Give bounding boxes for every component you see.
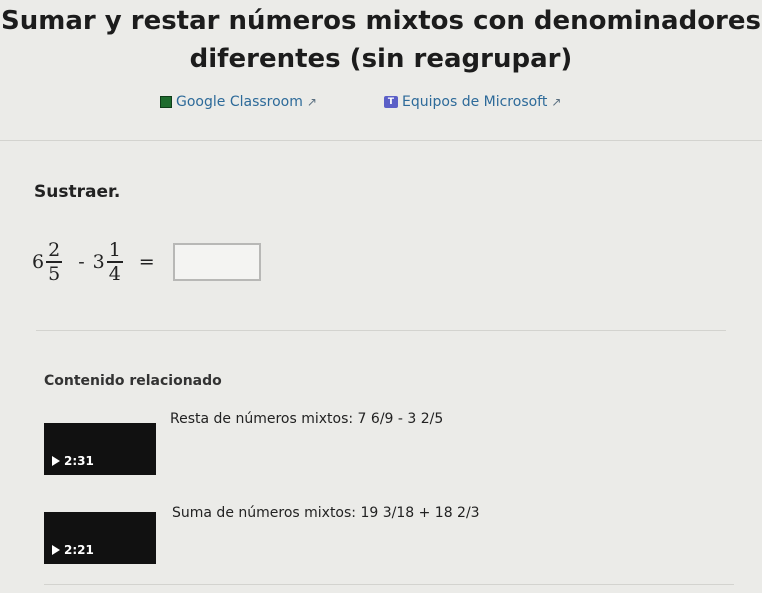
play-icon — [52, 456, 60, 466]
share-row: Google Classroom ↗ T Equipos de Microsof… — [0, 94, 762, 118]
related-content-heading: Contenido relacionado — [44, 373, 222, 389]
external-link-icon: ↗ — [551, 95, 562, 109]
term2-fraction: 1 4 — [106, 239, 123, 285]
video-title-link[interactable]: Resta de números mixtos: 7 6/9 - 3 2/5 — [170, 411, 443, 427]
external-link-icon: ↗ — [306, 95, 317, 109]
answer-input[interactable] — [172, 243, 261, 281]
term2-whole: 3 — [92, 251, 105, 273]
term2-denominator: 4 — [108, 263, 121, 285]
google-classroom-link[interactable]: Google Classroom ↗ — [160, 94, 317, 110]
page-title: Sumar y restar números mixtos con denomi… — [1, 6, 761, 74]
term2-numerator: 1 — [106, 239, 123, 263]
duration-label: 2:31 — [64, 454, 94, 468]
video-thumbnail[interactable]: 2:21 — [44, 512, 156, 564]
minus-operator: - — [78, 251, 85, 273]
microsoft-teams-label: Equipos de Microsoft — [402, 94, 548, 110]
divider — [0, 140, 762, 141]
term1-whole: 6 — [32, 251, 45, 273]
duration-label: 2:21 — [64, 543, 94, 557]
divider — [36, 330, 726, 331]
equation: 6 2 5 - 3 1 4 = — [32, 232, 261, 292]
term1-numerator: 2 — [46, 239, 63, 263]
video-duration: 2:21 — [52, 543, 94, 557]
video-duration: 2:31 — [52, 454, 94, 468]
microsoft-teams-icon: T — [384, 96, 398, 108]
divider — [44, 584, 734, 585]
exercise-prompt: Sustraer. — [34, 182, 121, 202]
play-icon — [52, 545, 60, 555]
google-classroom-icon — [160, 96, 172, 108]
term1-denominator: 5 — [48, 263, 61, 285]
video-title-link[interactable]: Suma de números mixtos: 19 3/18 + 18 2/3 — [172, 505, 480, 521]
microsoft-teams-link[interactable]: T Equipos de Microsoft ↗ — [384, 94, 561, 110]
google-classroom-label: Google Classroom — [176, 94, 303, 110]
video-thumbnail[interactable]: 2:31 — [44, 423, 156, 475]
equals-sign: = — [138, 251, 155, 273]
term1-fraction: 2 5 — [46, 239, 63, 285]
